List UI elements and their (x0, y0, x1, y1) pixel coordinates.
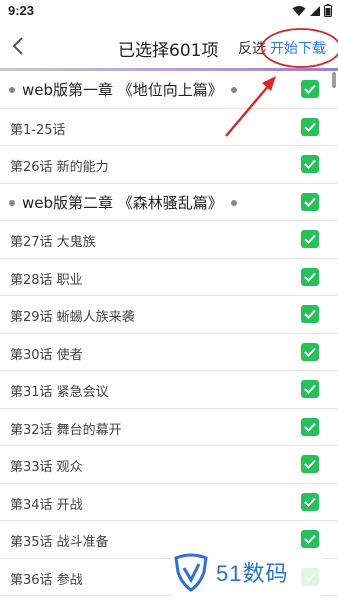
watermark: 51数码 (172, 548, 322, 596)
checkmark-icon (304, 84, 316, 94)
shield-logo-icon (174, 553, 208, 592)
episode-title: 第1-25话 (10, 122, 66, 138)
start-download-button[interactable]: 开始下载 (270, 38, 326, 58)
checkmark-icon (304, 384, 316, 394)
checkbox-checked[interactable] (301, 80, 319, 98)
episode-row[interactable]: 第33话 观众 (0, 446, 338, 484)
chevron-left-icon (12, 37, 23, 55)
checkbox-checked[interactable] (301, 267, 319, 286)
episode-row[interactable]: 第26话 新的能力 (0, 146, 338, 184)
checkmark-icon (304, 534, 316, 544)
episode-title: 第29话 蜥蜴人族来袭 (10, 310, 135, 325)
episode-title: 第35话 战斗准备 (10, 535, 109, 550)
episode-row[interactable]: 第32话 舞台的幕开 (0, 409, 338, 446)
bullet-dot-icon (9, 199, 15, 206)
checkmark-icon (304, 234, 316, 244)
checkmark-icon (304, 309, 316, 319)
checkbox-checked[interactable] (301, 492, 319, 511)
episode-title: 第26话 新的能力 (10, 160, 109, 175)
episode-title: 第34话 开战 (10, 497, 83, 513)
episode-title: 第27话 大鬼族 (10, 235, 96, 250)
episode-title: 第31话 紧急会议 (10, 385, 109, 400)
bullet-dot-icon (231, 87, 237, 93)
chapter-header-row[interactable]: web版第二章 《森林骚乱篇》 (0, 184, 338, 221)
checkbox-checked[interactable] (301, 380, 319, 398)
episode-title: 第32话 舞台的幕开 (10, 422, 122, 438)
checkmark-icon (304, 497, 316, 507)
checkbox-checked[interactable] (301, 192, 319, 211)
episode-row[interactable]: 第30话 使者 (0, 334, 338, 371)
chapter-title: web版第一章 《地位向上篇》 (22, 81, 223, 99)
checkbox-checked[interactable] (301, 305, 319, 323)
scrollbar[interactable] (332, 72, 336, 88)
chapter-list: web版第一章 《地位向上篇》第1-25话第26话 新的能力 web版第二章 《森… (0, 71, 338, 596)
episode-row[interactable]: 第1-25话 (0, 109, 338, 146)
checkmark-icon (304, 197, 316, 207)
status-time: 9:23 (8, 3, 35, 18)
checkmark-icon (304, 459, 316, 469)
status-bar: 9:23 (0, 0, 338, 24)
watermark-text: 51数码 (216, 561, 289, 586)
chapter-title: web版第二章 《森林骚乱篇》 (22, 193, 223, 212)
invert-selection-button[interactable]: 反选 (238, 38, 266, 58)
episode-title: 第36话 参战 (10, 572, 83, 588)
wifi-icon (292, 5, 306, 16)
checkbox-checked[interactable] (301, 455, 319, 473)
signal-icon (310, 5, 320, 16)
chapter-header-row[interactable]: web版第一章 《地位向上篇》 (0, 71, 338, 109)
episode-title: 第30话 使者 (10, 347, 83, 363)
checkbox-checked[interactable] (301, 155, 319, 173)
bullet-dot-icon (9, 87, 15, 93)
episode-title: 第28话 职业 (10, 272, 83, 288)
checkmark-icon (304, 347, 316, 357)
episode-row[interactable]: 第27话 大鬼族 (0, 221, 338, 259)
checkmark-icon (304, 122, 316, 132)
bullet-dot-icon (231, 199, 237, 206)
checkmark-icon (304, 272, 316, 282)
episode-title: 第33话 观众 (10, 460, 83, 475)
checkbox-checked[interactable] (301, 230, 319, 248)
battery-icon (324, 4, 332, 17)
checkbox-checked[interactable] (301, 417, 319, 436)
checkmark-icon (304, 159, 316, 169)
episode-row[interactable]: 第31话 紧急会议 (0, 371, 338, 409)
top-app-bar: 已选择601项 反选 开始下载 (0, 24, 338, 68)
checkbox-checked[interactable] (301, 530, 319, 548)
page-title: 已选择601项 (118, 41, 219, 61)
episode-row[interactable]: 第34话 开战 (0, 484, 338, 521)
checkbox-checked[interactable] (301, 117, 319, 136)
checkbox-checked[interactable] (301, 342, 319, 361)
checkmark-icon (304, 422, 316, 432)
episode-row[interactable]: 第28话 职业 (0, 259, 338, 296)
back-button[interactable] (6, 33, 32, 59)
system-icons (292, 4, 332, 17)
episode-row[interactable]: 第29话 蜥蜴人族来袭 (0, 296, 338, 334)
